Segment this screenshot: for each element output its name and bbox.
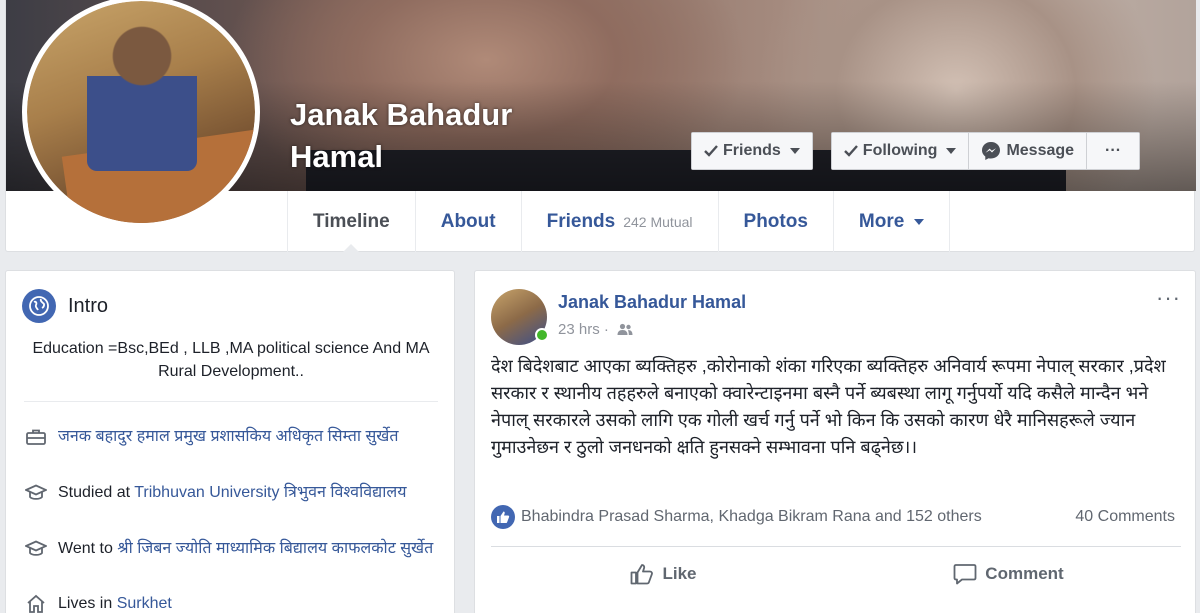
home-icon bbox=[24, 592, 48, 613]
profile-picture[interactable] bbox=[22, 0, 260, 228]
intro-item-link[interactable]: Tribhuvan University त्रिभुवन विश्वविद्य… bbox=[134, 484, 406, 501]
tab-timeline[interactable]: Timeline bbox=[287, 191, 415, 253]
post-meta: 23 hrs · bbox=[558, 321, 633, 338]
like-reaction-icon bbox=[491, 505, 515, 529]
comment-icon bbox=[953, 564, 977, 585]
intro-item-school: Went to श्री जिबन ज्योति माध्यामिक बिद्य… bbox=[24, 537, 444, 560]
chevron-down-icon bbox=[914, 218, 925, 225]
comment-label: Comment bbox=[985, 564, 1064, 583]
checkmark-icon bbox=[704, 145, 718, 157]
messenger-icon bbox=[982, 142, 1001, 160]
message-button[interactable]: Message bbox=[969, 133, 1088, 169]
post-timestamp[interactable]: 23 hrs · bbox=[558, 321, 609, 338]
globe-icon bbox=[22, 289, 56, 323]
briefcase-icon bbox=[24, 425, 48, 448]
profile-name[interactable]: Janak Bahadur Hamal bbox=[290, 94, 590, 178]
post-card: Janak Bahadur Hamal 23 hrs · ··· देश बिद… bbox=[474, 270, 1196, 613]
intro-item-lives-in: Lives in Surkhet bbox=[24, 592, 444, 613]
post-text: देश बिदेशबाट आएका ब्यक्तिहरु ,कोरोनाको श… bbox=[491, 356, 1166, 457]
intro-header: Intro bbox=[22, 289, 108, 323]
graduation-cap-icon bbox=[24, 537, 48, 560]
follow-message-group: Following Message ··· bbox=[830, 132, 1141, 170]
following-button[interactable]: Following bbox=[831, 133, 970, 169]
profile-tabs: Timeline About Friends 242 Mutual Photos… bbox=[287, 191, 951, 253]
like-button[interactable]: Like bbox=[491, 556, 836, 592]
friends-icon[interactable] bbox=[617, 323, 633, 336]
reactions-text[interactable]: Bhabindra Prasad Sharma, Khadga Bikram R… bbox=[521, 508, 982, 526]
intro-item-university: Studied at Tribhuvan University त्रिभुवन… bbox=[24, 481, 444, 504]
tab-label: Photos bbox=[743, 210, 808, 232]
profile-photo bbox=[27, 1, 255, 223]
tab-label: Friends bbox=[546, 210, 616, 232]
intro-title: Intro bbox=[68, 294, 109, 317]
intro-item-link[interactable]: श्री जिबन ज्योति माध्यामिक बिद्यालय काफल… bbox=[117, 540, 433, 557]
tab-label: More bbox=[858, 210, 905, 232]
tab-friends[interactable]: Friends 242 Mutual bbox=[520, 191, 718, 252]
intro-bio: Education =Bsc,BEd , LLB ,MA political s… bbox=[32, 340, 430, 380]
online-status-icon bbox=[535, 328, 549, 342]
ellipsis-icon: ··· bbox=[1105, 142, 1122, 159]
mutual-friends-count: 242 Mutual bbox=[623, 213, 693, 230]
intro-item-prefix: Lives in bbox=[58, 595, 117, 612]
comment-button[interactable]: Comment bbox=[836, 556, 1181, 592]
photo-person bbox=[87, 21, 197, 171]
cover-actions: Friends Following Message ··· bbox=[691, 132, 1141, 170]
post-author-name[interactable]: Janak Bahadur Hamal bbox=[558, 292, 746, 313]
intro-item-text: जनक बहादुर हमाल प्रमुख प्रशासकिय अधिकृत … bbox=[58, 425, 399, 448]
intro-item-link[interactable]: जनक बहादुर हमाल प्रमुख प्रशासकिय अधिकृत … bbox=[58, 428, 399, 445]
following-button-label: Following bbox=[862, 142, 938, 159]
message-button-label: Message bbox=[1006, 142, 1075, 159]
intro-item-text: Studied at Tribhuvan University त्रिभुवन… bbox=[58, 481, 406, 504]
friends-button-group: Friends bbox=[691, 132, 813, 170]
tab-photos[interactable]: Photos bbox=[717, 191, 833, 252]
tab-label: About bbox=[440, 210, 496, 232]
friends-button-label: Friends bbox=[723, 142, 781, 159]
tab-more[interactable]: More bbox=[832, 191, 951, 252]
tab-about[interactable]: About bbox=[414, 191, 521, 252]
divider bbox=[491, 546, 1181, 547]
post-reactions[interactable]: Bhabindra Prasad Sharma, Khadga Bikram R… bbox=[491, 505, 982, 529]
post-options-button[interactable]: ··· bbox=[1156, 285, 1181, 311]
thumbs-up-icon bbox=[631, 564, 654, 585]
post-actions: Like Comment bbox=[491, 556, 1181, 592]
tab-label: Timeline bbox=[313, 210, 390, 232]
friends-button[interactable]: Friends bbox=[692, 133, 812, 169]
intro-item-text: Lives in Surkhet bbox=[58, 592, 172, 613]
checkmark-icon bbox=[843, 145, 858, 157]
intro-item-prefix: Went to bbox=[58, 540, 118, 557]
more-options-button[interactable]: ··· bbox=[1087, 133, 1140, 169]
chevron-down-icon bbox=[789, 148, 800, 154]
intro-item-text: Went to श्री जिबन ज्योति माध्यामिक बिद्य… bbox=[58, 537, 433, 560]
intro-card: Intro Education =Bsc,BEd , LLB ,MA polit… bbox=[5, 270, 455, 613]
intro-item-prefix: Studied at bbox=[58, 484, 135, 501]
like-label: Like bbox=[662, 564, 697, 583]
comments-count[interactable]: 40 Comments bbox=[1075, 508, 1175, 526]
intro-item-link[interactable]: Surkhet bbox=[117, 595, 172, 612]
intro-item-work: जनक बहादुर हमाल प्रमुख प्रशासकिय अधिकृत … bbox=[24, 425, 444, 448]
divider bbox=[24, 401, 438, 402]
chevron-down-icon bbox=[946, 148, 957, 154]
graduation-cap-icon bbox=[24, 481, 48, 504]
